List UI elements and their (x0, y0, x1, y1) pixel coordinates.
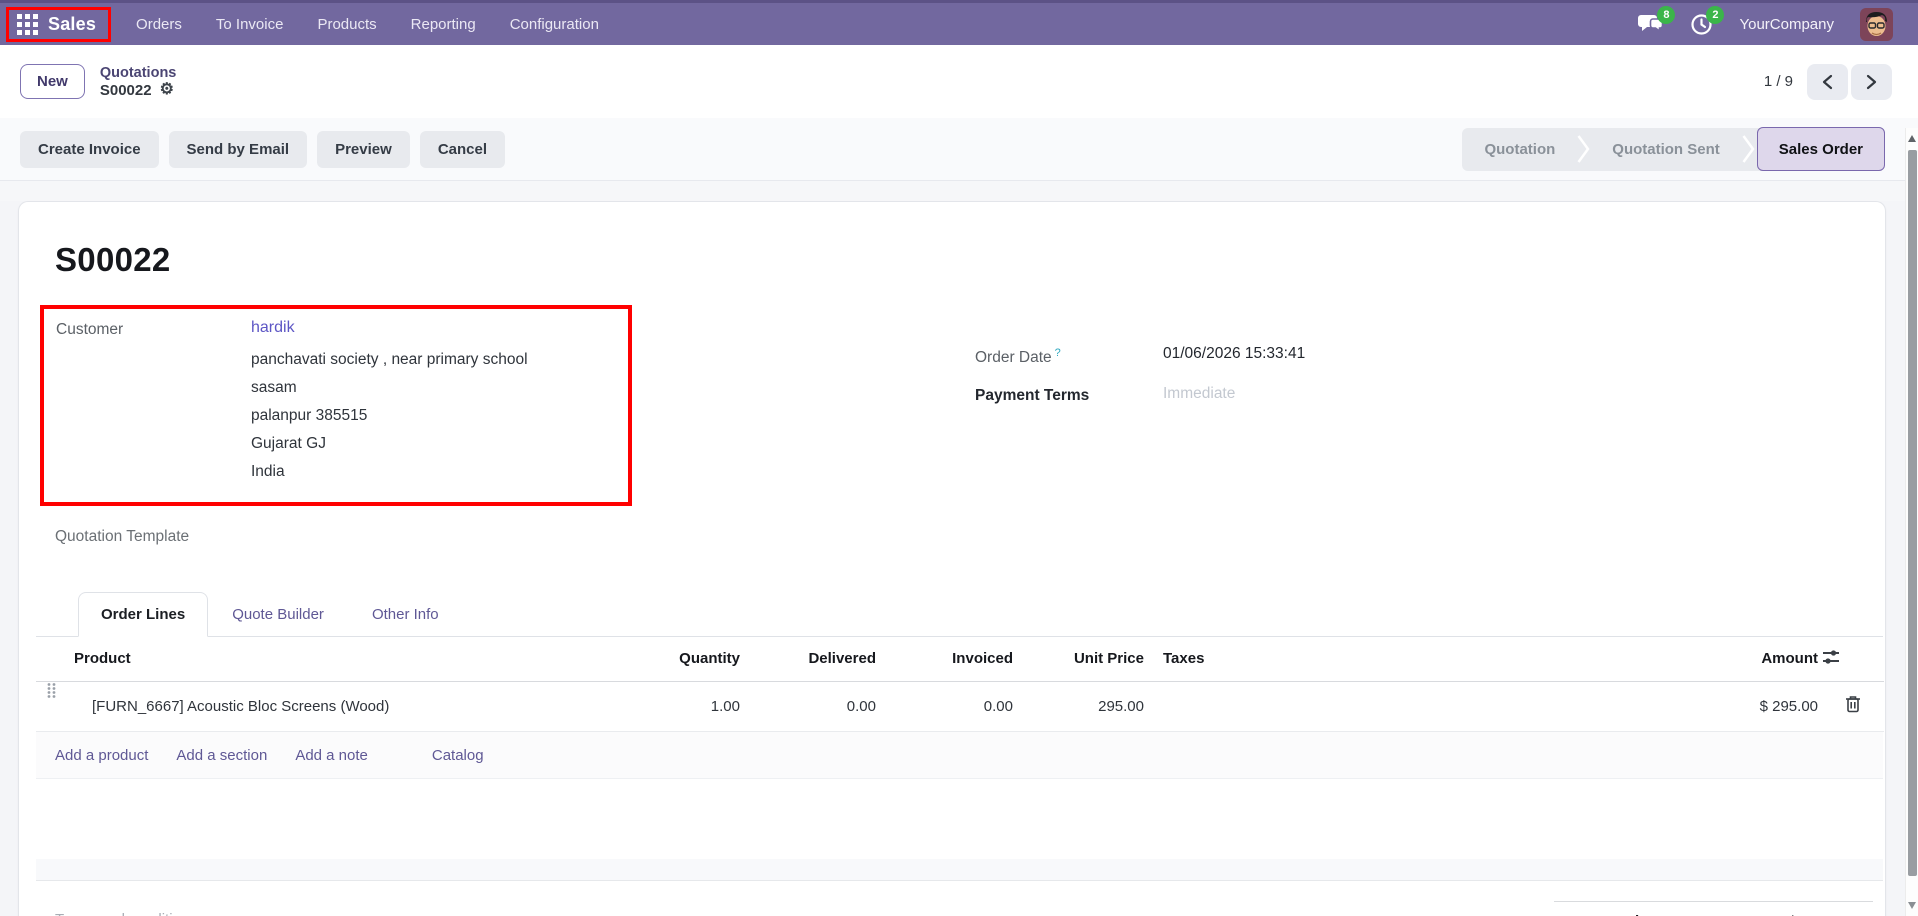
annotation-box-customer: Customer hardik panchavati society , nea… (40, 305, 632, 506)
payment-terms-input[interactable]: Immediate (1163, 385, 1235, 405)
sheet: S00022 Customer hardik panchavati societ… (18, 201, 1886, 916)
column-unit-price[interactable]: Unit Price (1013, 637, 1144, 681)
step-quotation[interactable]: Quotation (1462, 128, 1577, 171)
chevron-separator-icon (1577, 134, 1590, 164)
cell-product[interactable]: [FURN_6667] Acoustic Bloc Screens (Wood) (66, 681, 640, 732)
cell-amount: $ 295.00 (1661, 681, 1821, 732)
customer-label: Customer (56, 319, 251, 486)
optional-columns-button[interactable] (1821, 637, 1884, 681)
column-product[interactable]: Product (66, 637, 640, 681)
cancel-button[interactable]: Cancel (420, 131, 505, 168)
add-line-row: Add a product Add a section Add a note C… (36, 732, 1883, 779)
column-amount[interactable]: Amount (1661, 637, 1821, 681)
step-quotation-sent[interactable]: Quotation Sent (1590, 128, 1742, 171)
step-sales-order-active[interactable]: Sales Order (1757, 127, 1885, 171)
app-name[interactable]: Sales (48, 14, 96, 35)
vertical-scrollbar[interactable] (1905, 128, 1918, 916)
scroll-up-arrow-icon[interactable] (1908, 135, 1916, 142)
create-invoice-button[interactable]: Create Invoice (20, 131, 159, 168)
order-lines-table: Product Quantity Delivered Invoiced Unit… (36, 637, 1883, 732)
trash-icon (1845, 695, 1861, 713)
menu-orders[interactable]: Orders (119, 3, 199, 45)
statusbar: Create Invoice Send by Email Preview Can… (0, 118, 1918, 181)
order-date-value[interactable]: 01/06/2026 15:33:41 (1163, 345, 1305, 367)
quotation-template-label: Quotation Template (55, 528, 1885, 546)
order-line-row[interactable]: [FURN_6667] Acoustic Bloc Screens (Wood)… (36, 681, 1884, 732)
breadcrumb-current: S00022 (100, 82, 152, 99)
tab-other-info[interactable]: Other Info (348, 593, 463, 636)
company-switcher[interactable]: YourCompany (1739, 16, 1834, 33)
address-line: panchavati society , near primary school (251, 346, 528, 374)
breadcrumb-quotations[interactable]: Quotations (100, 65, 177, 81)
add-a-section-link[interactable]: Add a section (176, 747, 267, 764)
empty-list-area (19, 779, 1885, 859)
add-a-product-link[interactable]: Add a product (55, 747, 148, 764)
chevron-separator-icon (1742, 134, 1755, 164)
handle-column-header (36, 637, 66, 681)
customer-address: panchavati society , near primary school… (251, 346, 528, 486)
form-view: S00022 Customer hardik panchavati societ… (0, 201, 1918, 916)
gear-icon[interactable]: ⚙ (160, 82, 174, 98)
activities-badge: 2 (1706, 6, 1724, 24)
record-pager: 1 / 9 (1764, 64, 1892, 100)
chevron-left-icon (1822, 74, 1833, 90)
cell-invoiced[interactable]: 0.00 (876, 681, 1013, 732)
address-line: palanpur 385515 (251, 402, 528, 430)
pager-count: 1 / 9 (1764, 73, 1793, 90)
notebook-tabs: Order Lines Quote Builder Other Info (36, 592, 1883, 637)
sliders-icon (1821, 647, 1841, 667)
pager-next-button[interactable] (1851, 64, 1892, 100)
customer-link[interactable]: hardik (251, 319, 295, 336)
breadcrumb: Quotations S00022 ⚙ (100, 65, 177, 99)
messages-badge: 8 (1657, 6, 1675, 24)
apps-grid-icon[interactable] (17, 14, 38, 35)
messages-button[interactable]: 8 (1638, 13, 1664, 35)
address-line: India (251, 458, 528, 486)
new-button[interactable]: New (20, 64, 85, 99)
column-quantity[interactable]: Quantity (640, 637, 740, 681)
cell-delivered[interactable]: 0.00 (740, 681, 876, 732)
table-header-row: Product Quantity Delivered Invoiced Unit… (36, 637, 1884, 681)
menu-products[interactable]: Products (300, 3, 393, 45)
column-delivered[interactable]: Delivered (740, 637, 876, 681)
list-end-strip (36, 859, 1883, 881)
scrollbar-thumb[interactable] (1908, 150, 1917, 876)
control-panel: New Quotations S00022 ⚙ 1 / 9 (0, 45, 1918, 118)
send-by-email-button[interactable]: Send by Email (169, 131, 308, 168)
column-invoiced[interactable]: Invoiced (876, 637, 1013, 681)
activities-button[interactable]: 2 (1690, 13, 1713, 36)
column-taxes[interactable]: Taxes (1144, 637, 1661, 681)
sheet-footer: Terms and conditions Untaxed Amount: $ 2… (19, 881, 1885, 916)
terms-and-conditions-input[interactable]: Terms and conditions (55, 911, 197, 916)
order-date-label: Order Date? (975, 345, 1163, 367)
cell-taxes[interactable] (1144, 681, 1661, 732)
cell-unit-price[interactable]: 295.00 (1013, 681, 1144, 732)
preview-button[interactable]: Preview (317, 131, 410, 168)
catalog-link[interactable]: Catalog (432, 747, 484, 764)
pager-previous-button[interactable] (1807, 64, 1848, 100)
delete-line-button[interactable] (1821, 681, 1884, 732)
scroll-down-arrow-icon[interactable] (1908, 902, 1916, 909)
annotation-box-navbar: Sales (6, 7, 111, 42)
address-line: sasam (251, 374, 528, 402)
payment-terms-label: Payment Terms (975, 385, 1163, 405)
chevron-right-icon (1866, 74, 1877, 90)
totals-block: Untaxed Amount: $ 295.00 (1554, 901, 1873, 916)
status-pipeline: Quotation Quotation Sent Sales Order (1462, 128, 1884, 171)
menu-to-invoice[interactable]: To Invoice (199, 3, 301, 45)
tab-order-lines[interactable]: Order Lines (78, 592, 208, 637)
drag-handle-icon[interactable] (36, 682, 66, 732)
add-a-note-link[interactable]: Add a note (295, 747, 368, 764)
address-line: Gujarat GJ (251, 430, 528, 458)
user-avatar[interactable] (1860, 8, 1893, 41)
menu-reporting[interactable]: Reporting (394, 3, 493, 45)
cell-quantity[interactable]: 1.00 (640, 681, 740, 732)
help-icon[interactable]: ? (1055, 347, 1061, 359)
tab-quote-builder[interactable]: Quote Builder (208, 593, 348, 636)
top-navbar: Sales Orders To Invoice Products Reporti… (0, 0, 1918, 45)
order-title: S00022 (55, 241, 1885, 279)
menu-configuration[interactable]: Configuration (493, 3, 616, 45)
main-menu: Orders To Invoice Products Reporting Con… (119, 3, 616, 45)
